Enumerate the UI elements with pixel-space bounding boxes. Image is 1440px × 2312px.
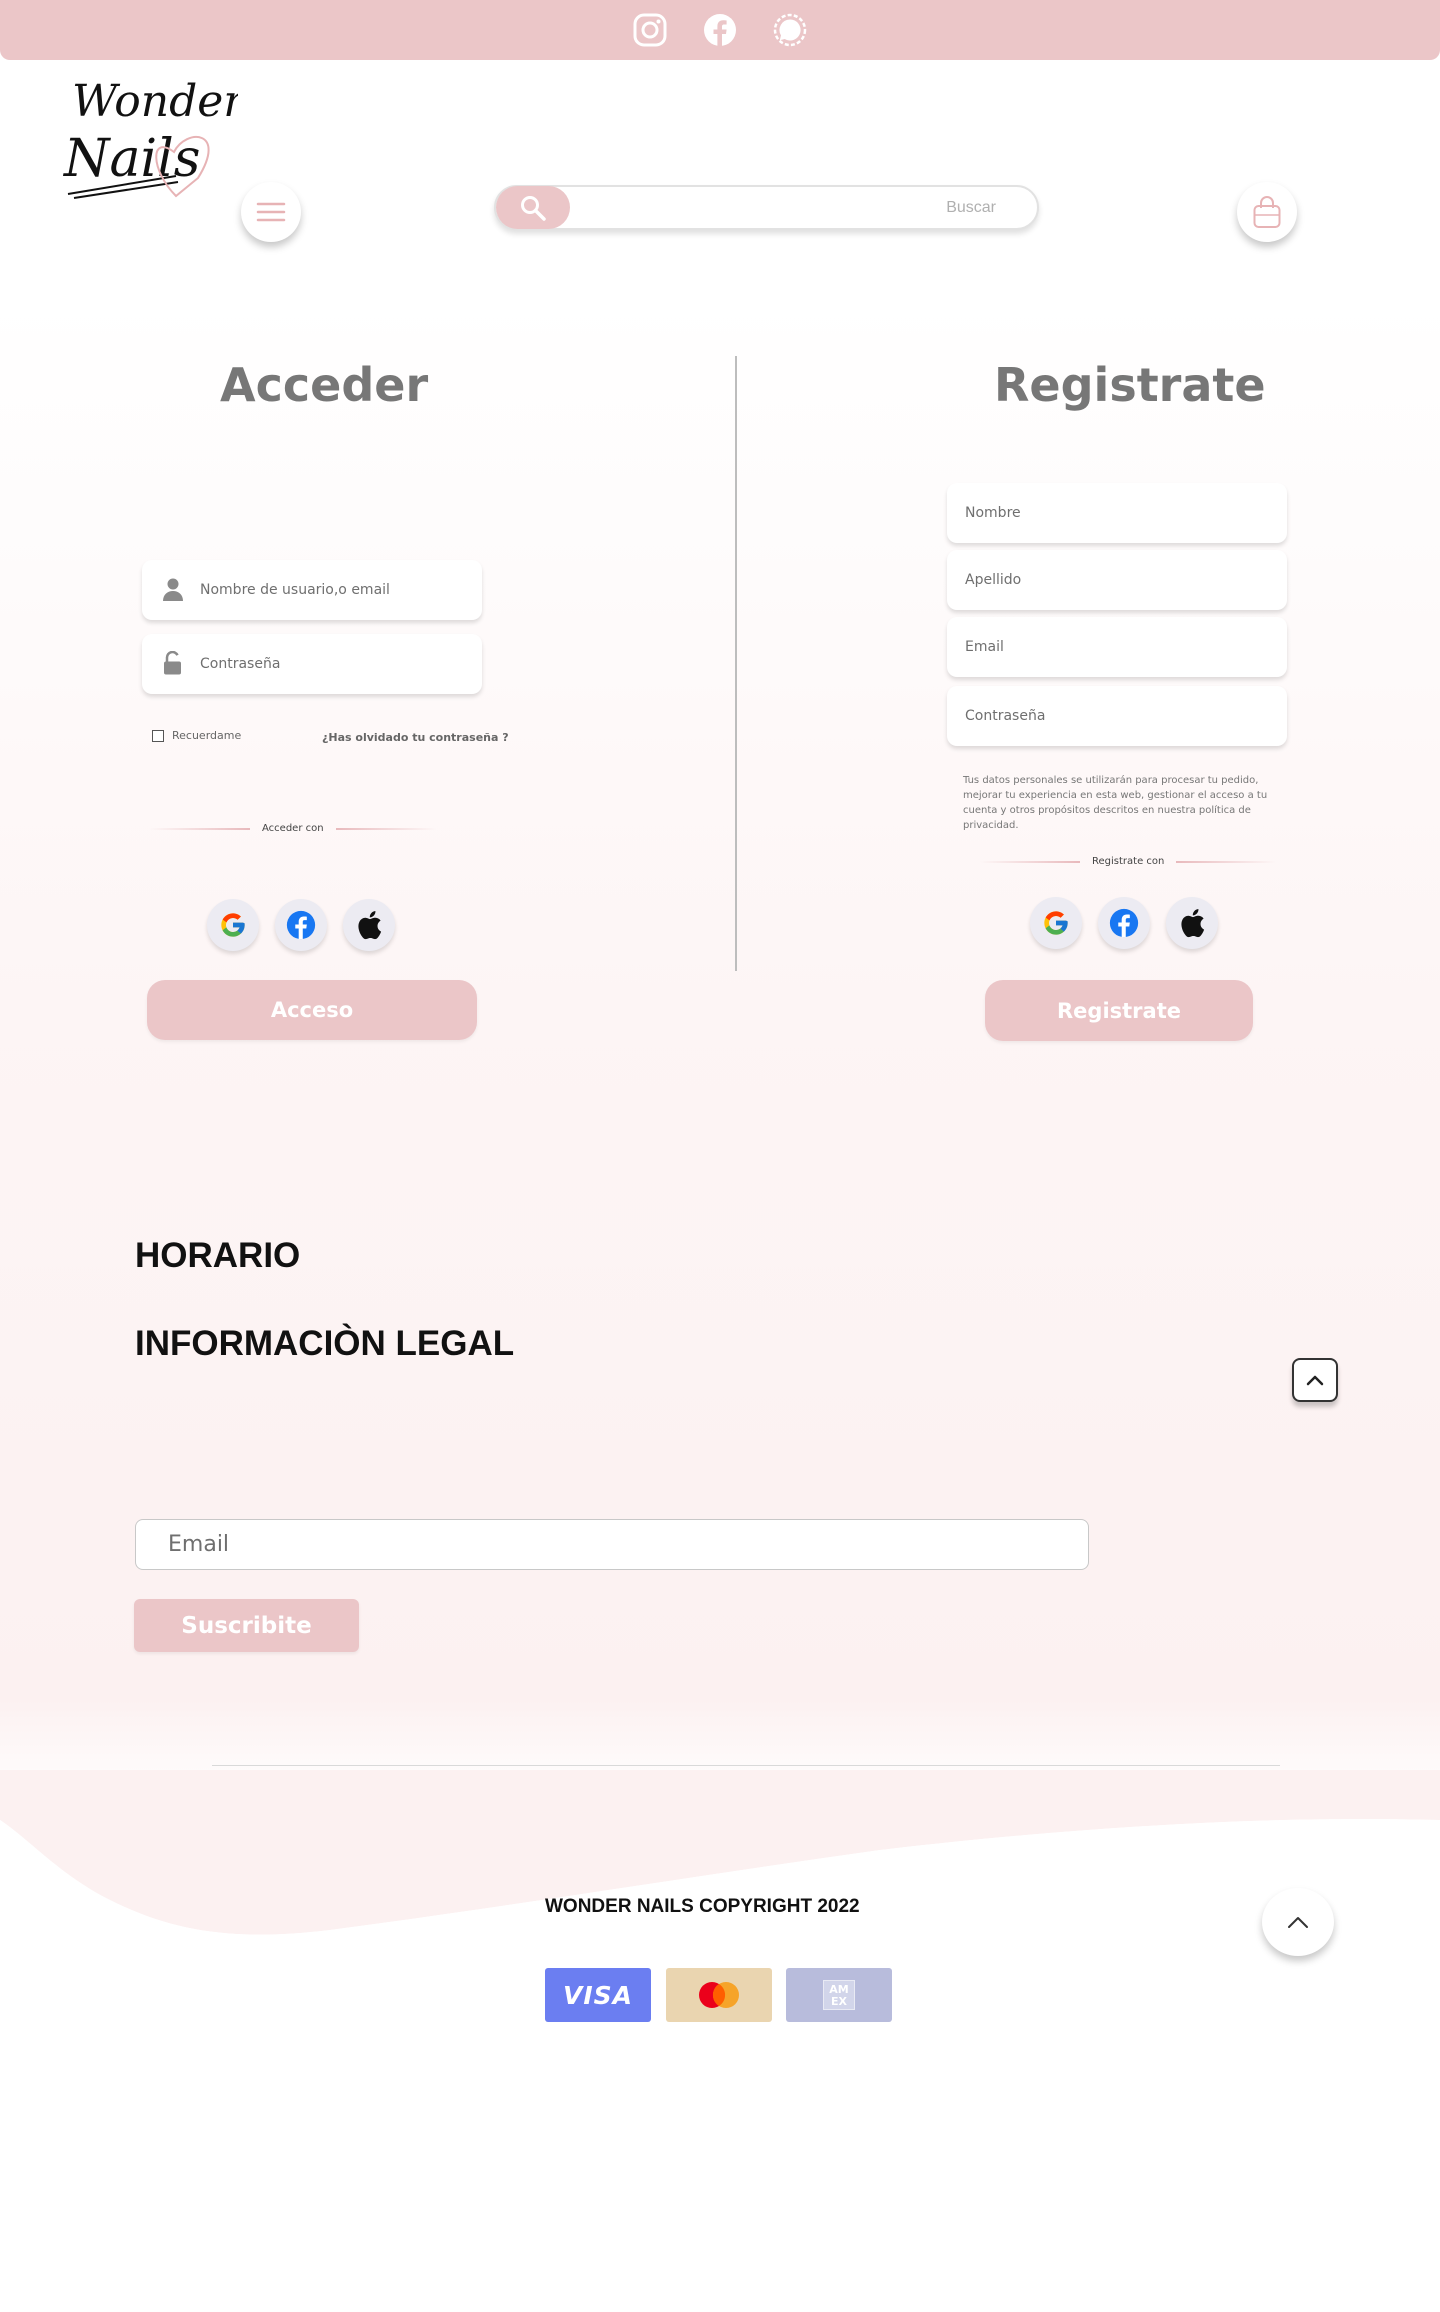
remember-me[interactable]: Recuerdame <box>152 729 241 742</box>
section-divider <box>735 356 737 971</box>
register-apple-button[interactable] <box>1166 897 1218 949</box>
logo-text-wonder: Wonder <box>72 76 238 127</box>
login-title: Acceder <box>220 358 429 412</box>
scroll-up-button[interactable] <box>1292 1358 1338 1402</box>
login-google-button[interactable] <box>207 899 259 951</box>
username-input[interactable] <box>200 576 470 604</box>
register-title: Registrate <box>994 358 1266 412</box>
search-bar <box>494 185 1039 230</box>
unlock-icon <box>164 651 181 675</box>
logo-text-nails: Nails <box>62 129 200 189</box>
apple-icon <box>358 911 382 940</box>
nombre-field <box>947 483 1287 543</box>
mastercard-icon <box>666 1968 772 2022</box>
password-input[interactable] <box>200 650 470 678</box>
facebook-icon <box>286 910 316 940</box>
instagram-icon[interactable] <box>633 13 667 47</box>
menu-button[interactable] <box>241 182 301 242</box>
amex-card-icon: AM EX <box>786 1968 892 2022</box>
login-social-label: Acceder con <box>262 823 324 834</box>
copyright-text: WONDER NAILS COPYRIGHT 2022 <box>545 1896 860 1917</box>
search-icon <box>521 195 546 221</box>
visa-card-icon: VISA <box>545 1968 651 2022</box>
nombre-input[interactable] <box>965 499 1265 527</box>
login-apple-button[interactable] <box>343 899 395 951</box>
apellido-field <box>947 550 1287 610</box>
username-field <box>142 560 482 620</box>
email-field <box>947 617 1287 677</box>
google-icon <box>221 913 245 937</box>
chevron-up-icon <box>1288 1917 1308 1928</box>
amex-line2: EX <box>831 1995 847 2008</box>
user-icon <box>163 578 183 601</box>
facebook-icon <box>1109 908 1139 938</box>
register-password-input[interactable] <box>965 702 1265 730</box>
logo[interactable]: Wonder Nails <box>58 68 247 208</box>
apple-icon <box>1181 909 1205 938</box>
google-icon <box>1044 911 1068 935</box>
register-password-field <box>947 686 1287 746</box>
register-google-button[interactable] <box>1030 897 1082 949</box>
social-bar <box>0 0 1440 60</box>
shopping-bag-icon <box>1253 196 1281 228</box>
register-social-label: Registrate con <box>1092 856 1165 867</box>
footer-divider <box>212 1765 1280 1766</box>
chevron-up-icon <box>1306 1375 1324 1386</box>
search-input[interactable] <box>576 193 996 223</box>
facebook-icon[interactable] <box>703 13 737 47</box>
privacy-notice: Tus datos personales se utilizarán para … <box>963 775 1268 831</box>
subscribe-button[interactable]: Suscribite <box>134 1599 359 1652</box>
apellido-input[interactable] <box>965 566 1265 594</box>
register-social-divider: Registrate con <box>980 856 1277 867</box>
footer-wave <box>0 1770 1440 2312</box>
horario-heading[interactable]: HORARIO <box>135 1236 300 1276</box>
signal-icon[interactable] <box>773 13 807 47</box>
login-submit-button[interactable]: Acceso <box>147 980 477 1040</box>
register-facebook-button[interactable] <box>1098 897 1150 949</box>
register-submit-button[interactable]: Registrate <box>985 980 1253 1041</box>
cart-button[interactable] <box>1237 182 1297 242</box>
search-button[interactable] <box>496 186 570 229</box>
hamburger-icon <box>256 202 286 222</box>
remember-label: Recuerdame <box>172 729 242 742</box>
email-input[interactable] <box>965 633 1265 661</box>
newsletter-email-input[interactable] <box>135 1519 1089 1570</box>
amex-logo: AM EX <box>823 1980 855 2010</box>
visa-label: VISA <box>562 1980 633 2010</box>
remember-checkbox[interactable] <box>152 729 164 742</box>
password-field <box>142 634 482 694</box>
login-facebook-button[interactable] <box>275 899 327 951</box>
back-to-top-button[interactable] <box>1262 1888 1334 1956</box>
forgot-password-link[interactable]: ¿Has olvidado tu contraseña ? <box>322 731 509 744</box>
legal-info-heading[interactable]: INFORMACIÒN LEGAL <box>135 1324 514 1364</box>
login-social-divider: Acceder con <box>150 823 436 834</box>
